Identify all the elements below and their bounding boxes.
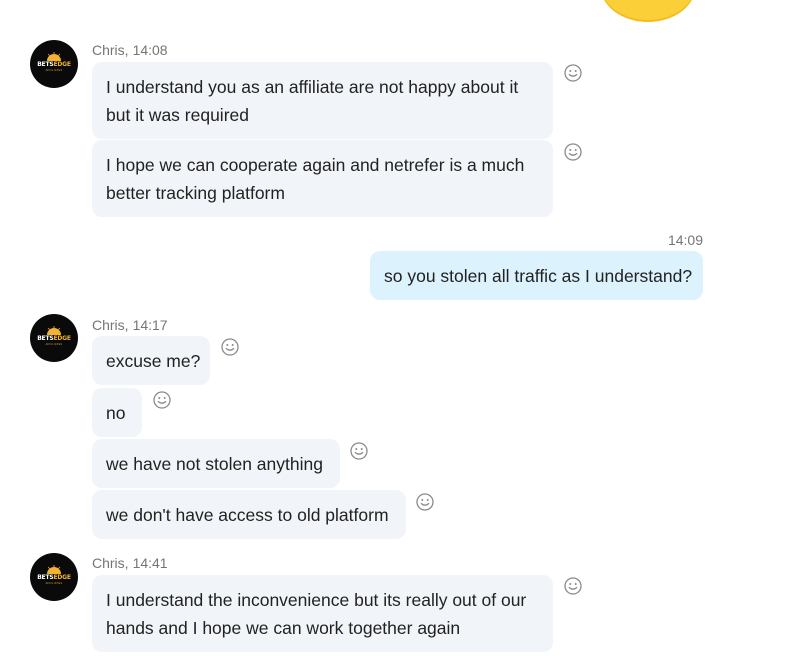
avatar-logo-subtext: AFFILIATES bbox=[45, 343, 63, 346]
message-bubble[interactable]: I hope we can cooperate again and netref… bbox=[92, 140, 553, 217]
message-time: 14:08 bbox=[132, 42, 168, 58]
smiley-icon[interactable] bbox=[350, 442, 368, 460]
message-line: we have not stolen anything bbox=[106, 454, 323, 474]
message-sender-time: Chris, 14:17 bbox=[92, 317, 168, 333]
message-line: better tracking platform bbox=[106, 183, 285, 203]
avatar-logo-text: BETSEDGE bbox=[37, 335, 71, 342]
smiley-icon[interactable] bbox=[564, 577, 582, 595]
avatar-logo-subtext: AFFILIATES bbox=[45, 69, 63, 72]
sender-name: Chris bbox=[92, 555, 125, 571]
message-bubble[interactable]: no bbox=[92, 388, 142, 437]
message-bubble-outgoing[interactable]: so you stolen all traffic as I understan… bbox=[370, 251, 703, 300]
avatar-logo-text: BETSEDGE bbox=[37, 61, 71, 68]
message-bubble[interactable]: I understand you as an affiliate are not… bbox=[92, 62, 553, 139]
message-time: 14:41 bbox=[132, 555, 168, 571]
smiley-icon[interactable] bbox=[153, 391, 171, 409]
emoji-sticker-partial[interactable] bbox=[600, 0, 696, 22]
avatar-logo-text: BETSEDGE bbox=[37, 574, 71, 581]
avatar[interactable]: BETSEDGE AFFILIATES bbox=[30, 553, 78, 601]
smiley-icon[interactable] bbox=[564, 143, 582, 161]
message-bubble[interactable]: we don't have access to old platform bbox=[92, 490, 406, 539]
avatar-logo-subtext: AFFILIATES bbox=[45, 582, 63, 585]
sender-name: Chris bbox=[92, 42, 125, 58]
message-time: 14:09 bbox=[667, 232, 703, 248]
message-line: so you stolen all traffic as I understan… bbox=[384, 266, 693, 286]
message-line: I understand you as an affiliate are not… bbox=[106, 77, 519, 97]
message-line: but it was required bbox=[106, 105, 249, 125]
message-line: I hope we can cooperate again and netref… bbox=[106, 155, 525, 175]
message-line: we don't have access to old platform bbox=[106, 505, 389, 525]
message-line: no bbox=[106, 403, 126, 423]
avatar[interactable]: BETSEDGE AFFILIATES bbox=[30, 40, 78, 88]
avatar[interactable]: BETSEDGE AFFILIATES bbox=[30, 314, 78, 362]
message-bubble[interactable]: excuse me? bbox=[92, 336, 210, 385]
message-line: hands and I hope we can work together ag… bbox=[106, 618, 461, 638]
message-sender-time: Chris, 14:41 bbox=[92, 555, 168, 571]
message-line: I understand the inconvenience but its r… bbox=[106, 590, 527, 610]
smiley-icon[interactable] bbox=[564, 64, 582, 82]
message-bubble[interactable]: I understand the inconvenience but its r… bbox=[92, 575, 553, 652]
message-line: excuse me? bbox=[106, 351, 201, 371]
smiley-icon[interactable] bbox=[221, 338, 239, 356]
chat-conversation: BETSEDGE AFFILIATES Chris, 14:08 I unders… bbox=[0, 0, 796, 660]
message-time: 14:17 bbox=[132, 317, 168, 333]
sender-name: Chris bbox=[92, 317, 125, 333]
message-sender-time: Chris, 14:08 bbox=[92, 42, 168, 58]
smiley-icon[interactable] bbox=[416, 493, 434, 511]
message-bubble[interactable]: we have not stolen anything bbox=[92, 439, 340, 488]
